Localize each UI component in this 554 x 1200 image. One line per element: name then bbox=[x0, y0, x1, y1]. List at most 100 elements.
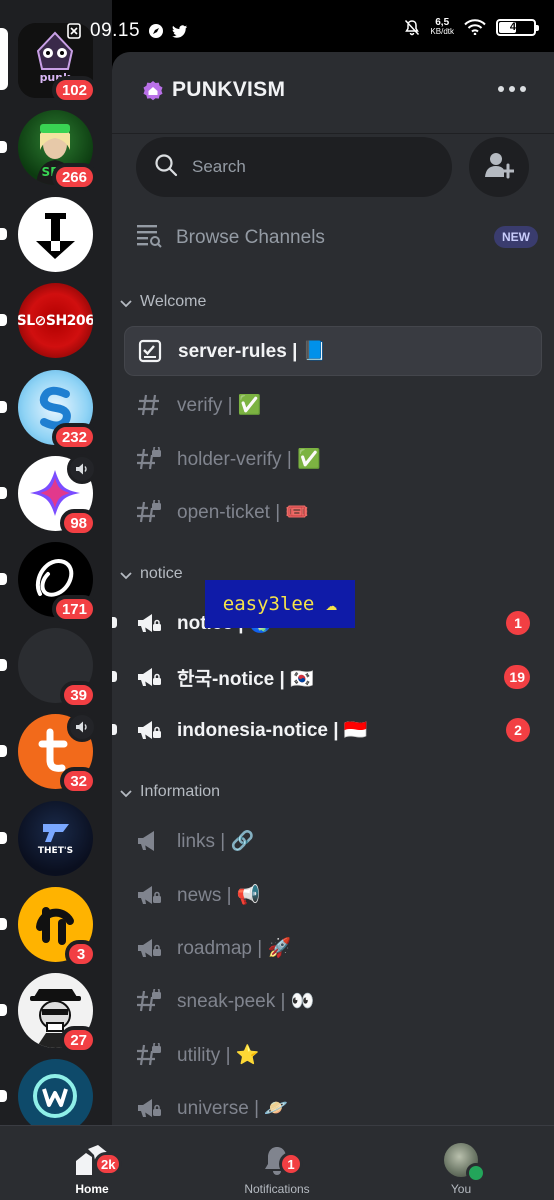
mention-badge: 102 bbox=[51, 76, 97, 104]
chevron-down-icon bbox=[120, 783, 132, 802]
unread-indicator bbox=[0, 659, 7, 671]
hashtag-lock-icon bbox=[136, 988, 162, 1014]
unread-indicator bbox=[0, 314, 7, 326]
floating-text-overlay: easy3lee ☁ bbox=[205, 580, 355, 628]
server-logo-text: THET'S bbox=[37, 845, 74, 856]
channel-verify[interactable]: verify | ✅ bbox=[124, 380, 542, 430]
server-sehati[interactable]: SEH 266 bbox=[0, 110, 97, 191]
announcement-lock-icon bbox=[136, 664, 162, 690]
channel-news[interactable]: news | 📢 bbox=[124, 870, 542, 920]
channel-sneak-peek[interactable]: sneak-peek | 👀 bbox=[124, 976, 542, 1026]
unread-indicator bbox=[0, 573, 7, 585]
unread-indicator bbox=[0, 918, 7, 930]
unread-indicator bbox=[0, 487, 7, 499]
channel-universe[interactable]: universe | 🪐 bbox=[124, 1083, 542, 1125]
server-thets[interactable]: THET'S bbox=[0, 801, 93, 876]
dot-icon bbox=[498, 86, 504, 92]
browse-channels-button[interactable]: Browse Channels NEW bbox=[136, 218, 538, 258]
wifi-icon bbox=[464, 19, 486, 35]
unread-indicator bbox=[0, 141, 7, 153]
nav-home[interactable]: 2k Home bbox=[27, 1126, 157, 1200]
announcement-lock-icon bbox=[136, 610, 162, 636]
dot-icon bbox=[520, 86, 526, 92]
speaker-icon bbox=[67, 712, 97, 742]
channel-links[interactable]: links | 🔗 bbox=[124, 816, 542, 866]
unread-indicator bbox=[0, 745, 7, 757]
hashtag-lock-icon bbox=[136, 499, 162, 525]
invite-members-button[interactable] bbox=[469, 137, 529, 197]
channel-roadmap[interactable]: roadmap | 🚀 bbox=[124, 923, 542, 973]
hashtag-icon bbox=[136, 392, 162, 418]
compass-icon bbox=[148, 23, 164, 39]
mention-badge: 39 bbox=[60, 681, 97, 709]
bell-icon: 1 bbox=[257, 1142, 303, 1178]
announcement-lock-icon bbox=[136, 882, 162, 908]
announcement-lock-icon bbox=[136, 935, 162, 961]
battery-icon: 49 bbox=[496, 18, 539, 36]
server-s-blue[interactable]: 232 bbox=[0, 370, 97, 451]
unread-indicator bbox=[112, 671, 117, 682]
screenshot-notification-icon bbox=[66, 23, 82, 39]
mention-badge: 27 bbox=[60, 1026, 97, 1054]
server-rail: punk 102 SEH 266 SL⊘SH206 232 bbox=[0, 0, 112, 1125]
nav-notifications[interactable]: 1 Notifications bbox=[212, 1126, 342, 1200]
browse-channels-label: Browse Channels bbox=[176, 227, 325, 248]
nav-you[interactable]: You bbox=[396, 1126, 526, 1200]
online-status-icon bbox=[466, 1163, 486, 1183]
more-options-button[interactable] bbox=[498, 86, 526, 92]
server-icon: SL⊘SH206 bbox=[18, 283, 93, 358]
dnd-icon bbox=[404, 19, 420, 35]
chevron-down-icon bbox=[120, 565, 132, 584]
server-slash206[interactable]: SL⊘SH206 bbox=[0, 283, 93, 358]
server-dark[interactable]: 39 bbox=[0, 628, 97, 709]
mention-badge: 171 bbox=[51, 595, 97, 623]
announcement-lock-icon bbox=[136, 717, 162, 743]
new-badge: NEW bbox=[494, 226, 538, 248]
server-icon: THET'S bbox=[18, 801, 93, 876]
unread-indicator bbox=[112, 617, 117, 628]
server-nexus[interactable] bbox=[0, 197, 93, 272]
mention-badge: 2 bbox=[506, 718, 530, 742]
mention-badge: 232 bbox=[51, 423, 97, 451]
server-loop[interactable]: 171 bbox=[0, 542, 97, 623]
server-w-logo[interactable] bbox=[0, 1059, 93, 1125]
browse-list-icon bbox=[136, 223, 162, 253]
server-yellow-lt[interactable]: 3 bbox=[0, 887, 97, 968]
home-badge: 2k bbox=[94, 1152, 123, 1176]
channel-open-ticket[interactable]: open-ticket | 🎟️ bbox=[124, 487, 542, 537]
server-logo-text: SL⊘SH206 bbox=[18, 312, 93, 329]
search-input[interactable]: Search bbox=[136, 137, 452, 197]
search-icon bbox=[154, 153, 178, 181]
unread-indicator bbox=[112, 724, 117, 735]
server-icon bbox=[18, 197, 93, 272]
unread-indicator bbox=[0, 401, 7, 413]
channel-indonesia-notice[interactable]: indonesia-notice | 🇮🇩 2 bbox=[112, 705, 542, 755]
category-welcome[interactable]: Welcome bbox=[112, 287, 554, 317]
chevron-down-icon bbox=[120, 293, 132, 312]
channel-utility[interactable]: utility | ⭐ bbox=[124, 1030, 542, 1080]
server-skull[interactable]: 27 bbox=[0, 973, 97, 1054]
channel-server-rules[interactable]: server-rules | 📘 bbox=[124, 326, 542, 376]
server-orange-t[interactable]: 32 bbox=[0, 712, 97, 795]
community-badge-icon bbox=[142, 80, 164, 102]
network-speed: 6,5 KB/dtk bbox=[430, 17, 454, 37]
server-aurora[interactable]: 98 bbox=[0, 454, 97, 537]
server-header[interactable]: PUNKVISM bbox=[112, 52, 554, 134]
home-icon: 2k bbox=[72, 1142, 123, 1178]
server-name: PUNKVISM bbox=[172, 78, 286, 101]
mention-badge: 98 bbox=[60, 509, 97, 537]
unread-indicator bbox=[0, 228, 7, 240]
channel-korea-notice[interactable]: 한국-notice | 🇰🇷 19 bbox=[112, 652, 542, 702]
mention-badge: 19 bbox=[504, 665, 530, 689]
announcement-icon bbox=[136, 828, 162, 854]
hashtag-lock-icon bbox=[136, 1042, 162, 1068]
notifications-badge: 1 bbox=[279, 1152, 303, 1176]
channel-holder-verify[interactable]: holder-verify | ✅ bbox=[124, 434, 542, 484]
unread-indicator bbox=[0, 832, 7, 844]
search-placeholder: Search bbox=[192, 157, 246, 176]
mention-badge: 3 bbox=[65, 940, 97, 968]
category-information[interactable]: Information bbox=[112, 777, 554, 807]
rules-icon bbox=[137, 338, 163, 364]
mention-badge: 1 bbox=[506, 611, 530, 635]
mention-badge: 32 bbox=[60, 767, 97, 795]
